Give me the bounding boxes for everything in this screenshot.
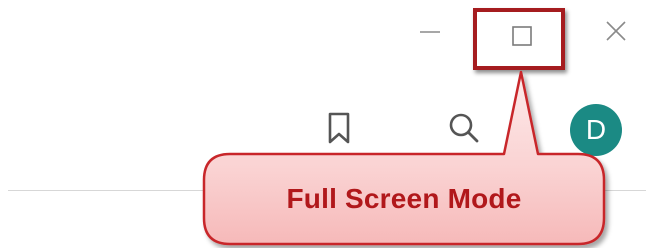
close-icon[interactable] — [594, 14, 638, 50]
search-icon[interactable] — [444, 110, 484, 146]
avatar[interactable]: D — [570, 104, 622, 156]
bookmark-icon[interactable] — [322, 110, 356, 146]
maximize-highlight-box — [473, 8, 565, 70]
minimize-icon[interactable] — [410, 14, 450, 50]
callout-label: Full Screen Mode — [286, 183, 522, 214]
